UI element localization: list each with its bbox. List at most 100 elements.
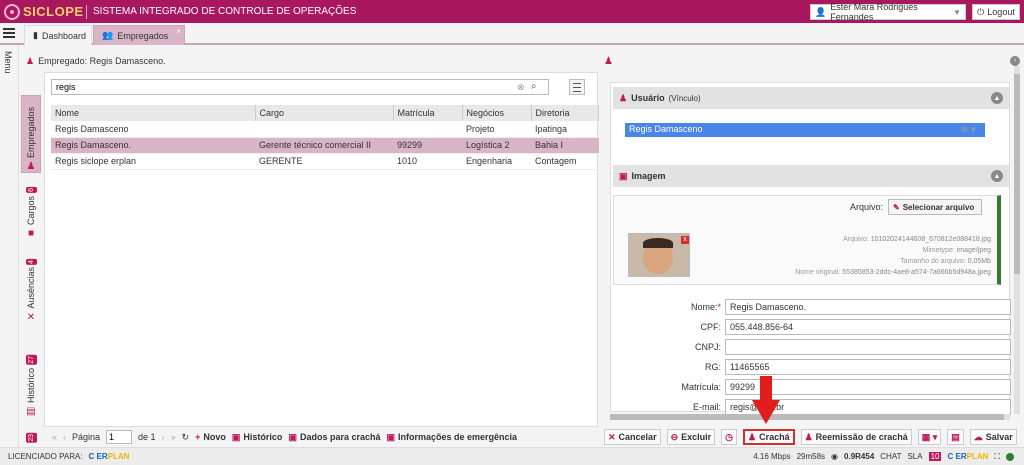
refresh-icon[interactable]: ↻ <box>182 432 190 443</box>
eye-icon: ◉ <box>831 452 839 461</box>
vtab-empregados[interactable]: ♟ Empregados <box>21 95 41 173</box>
label-text: Nome: <box>690 302 718 312</box>
usuario-section-header[interactable]: ♟ Usuário (Vínculo) ▲ <box>613 87 1009 109</box>
novo-button[interactable]: + Novo <box>195 432 226 442</box>
col-cargo[interactable]: Cargo <box>255 105 394 121</box>
action-bar: ✕ Cancelar ⊖ Excluir ◷ ♟ Crachá ♟ Reemissão … <box>600 427 1024 447</box>
history-button[interactable]: ◷ <box>721 429 737 445</box>
expand-icon[interactable]: › <box>1010 56 1020 66</box>
last-page-icon[interactable]: » <box>171 432 176 442</box>
col-matricula[interactable]: Matrícula <box>393 105 463 121</box>
delete-photo-icon[interactable]: x <box>681 236 689 244</box>
fullscreen-icon[interactable]: ⛶ <box>994 452 1000 462</box>
col-diretoria[interactable]: Diretoria <box>531 105 599 121</box>
file-meta: Arquivo: 10102024144608_670812e088418.jp… <box>795 234 991 278</box>
col-negocios[interactable]: Negócios <box>462 105 532 121</box>
dados-cracha-button[interactable]: ▣ Dados para crachá <box>288 432 380 443</box>
search-icon[interactable]: ⌕ <box>531 81 537 92</box>
info-label: Informações de emergência <box>398 432 518 442</box>
arquivo-label: Arquivo: <box>850 202 884 212</box>
salvar-label: Salvar <box>985 432 1013 442</box>
historico-button[interactable]: ▣ Histórico <box>232 432 283 443</box>
count-badge: 27 <box>25 355 37 365</box>
logout-icon: ⏻ <box>977 6 985 17</box>
vtab-cargos[interactable]: ■ Cargos 6 <box>21 179 41 239</box>
table-row[interactable]: Regis Damasceno Projeto Ipatinga <box>51 121 599 138</box>
imagem-section-header[interactable]: ▣ Imagem ▲ <box>613 165 1009 187</box>
paperclip-icon: ✎ <box>893 202 900 212</box>
tab-empregados[interactable]: 👥 Empregados × <box>93 25 185 45</box>
clear-icon[interactable]: ⊗ ▾ <box>961 124 976 135</box>
cell: Ipatinga <box>531 121 599 138</box>
cell: Regis Damasceno. <box>51 137 255 154</box>
cnpj-input[interactable] <box>725 339 1011 355</box>
user-select[interactable]: 👤 Ester Mara Rodrigues Fernandes ▼ <box>810 2 966 22</box>
cracha-button[interactable]: ♟ Crachá <box>743 429 795 445</box>
rg-field: RG: 11465565 <box>613 359 1011 375</box>
qrcode-button[interactable]: ▦ ▾ <box>917 429 942 445</box>
info-emergencia-button[interactable]: ▣ Informações de emergência <box>387 432 518 443</box>
clock-icon: ◷ <box>725 431 733 442</box>
chevron-down-icon: ▼ <box>953 7 961 17</box>
nome-input[interactable]: Regis Damasceno. <box>725 299 1011 315</box>
license-label: LICENCIADO PARA: <box>8 452 83 461</box>
vtab-historico[interactable]: ▤ Histórico 27 <box>21 337 41 417</box>
salvar-button[interactable]: ☁ Salvar <box>969 429 1017 445</box>
users-icon: ♟ <box>804 431 813 442</box>
prev-page-icon[interactable]: ‹ <box>63 432 66 442</box>
table-row[interactable]: Regis siclope erplan GERENTE 1010 Engenh… <box>51 153 599 170</box>
horizontal-scrollbar[interactable] <box>610 414 1010 420</box>
excel-icon: ▣ <box>386 431 396 442</box>
rg-input[interactable]: 11465565 <box>725 359 1011 375</box>
photo-thumbnail[interactable]: x <box>628 233 690 277</box>
sla-menu[interactable]: SLA <box>907 452 922 461</box>
logout-button[interactable]: ⏻ Logout <box>972 4 1020 20</box>
notification-badge[interactable]: 10 <box>928 452 942 461</box>
vertical-scrollbar[interactable] <box>1014 66 1020 414</box>
users-icon: 👥 <box>102 30 114 40</box>
cancelar-button[interactable]: ✕ Cancelar <box>604 429 661 445</box>
vtab-label: Cargos <box>26 195 36 225</box>
briefcase-icon: ■ <box>27 228 35 239</box>
excel-icon: ▣ <box>288 431 297 442</box>
col-nome[interactable]: Nome <box>51 105 256 121</box>
users-icon: ♟ <box>604 56 613 67</box>
meta-key: Arquivo: <box>843 236 869 243</box>
cpf-input[interactable]: 055.448.856-64 <box>725 319 1011 335</box>
next-page-icon[interactable]: › <box>162 432 165 442</box>
record-header: ♟ Empregado: Regis Damasceno. <box>20 52 598 70</box>
badge-icon: ♟ <box>748 431 757 442</box>
reemissao-button[interactable]: ♟ Reemissão de crachá <box>800 429 912 445</box>
search-input[interactable] <box>51 79 549 95</box>
meta-value: 10102024144608_670812e088418.jpg <box>870 236 991 243</box>
cell: Logística 2 <box>462 137 531 154</box>
user-name: Ester Mara Rodrigues Fernandes <box>830 2 918 22</box>
excluir-button[interactable]: ⊖ Excluir <box>666 429 716 445</box>
cell: Regis siclope erplan <box>51 153 255 170</box>
vtab-ausencias[interactable]: ✕ Ausências 4 <box>21 247 41 323</box>
hamburger-icon[interactable] <box>3 28 15 40</box>
users-icon: ♟ <box>26 161 36 172</box>
count-badge: 4 <box>25 258 37 265</box>
vtab-label: Histórico <box>26 367 36 403</box>
pdf-button[interactable]: ▤ <box>947 429 964 445</box>
side-menu[interactable]: Menu <box>0 45 19 465</box>
close-icon[interactable]: × <box>176 27 181 36</box>
clear-icon[interactable]: ⊗ <box>517 82 525 93</box>
first-page-icon[interactable]: « <box>52 432 57 442</box>
collapse-icon[interactable]: ▲ <box>991 92 1003 104</box>
collapse-icon[interactable]: ▲ <box>991 170 1003 182</box>
field-label: Matrícula: <box>681 382 721 392</box>
usuario-select[interactable]: Regis Damasceno <box>625 123 985 137</box>
status-bar: LICENCIADO PARA: C ERPLAN 4.16 Mbps 29m5… <box>0 447 1024 465</box>
chat-button[interactable]: CHAT <box>880 452 901 461</box>
meta-key: Nome original: <box>795 269 841 276</box>
list-view-icon[interactable] <box>569 79 585 95</box>
count-badge: 23 <box>25 433 37 443</box>
tab-dashboard[interactable]: ▮ Dashboard <box>24 25 92 45</box>
page-input[interactable] <box>106 430 133 444</box>
select-file-button[interactable]: ✎ Selecionar arquivo <box>888 199 982 215</box>
vtab-more[interactable]: 23 <box>21 423 41 443</box>
table-row-selected[interactable]: Regis Damasceno. Gerente técnico comerci… <box>51 137 599 154</box>
logout-label: Logout <box>987 7 1015 17</box>
